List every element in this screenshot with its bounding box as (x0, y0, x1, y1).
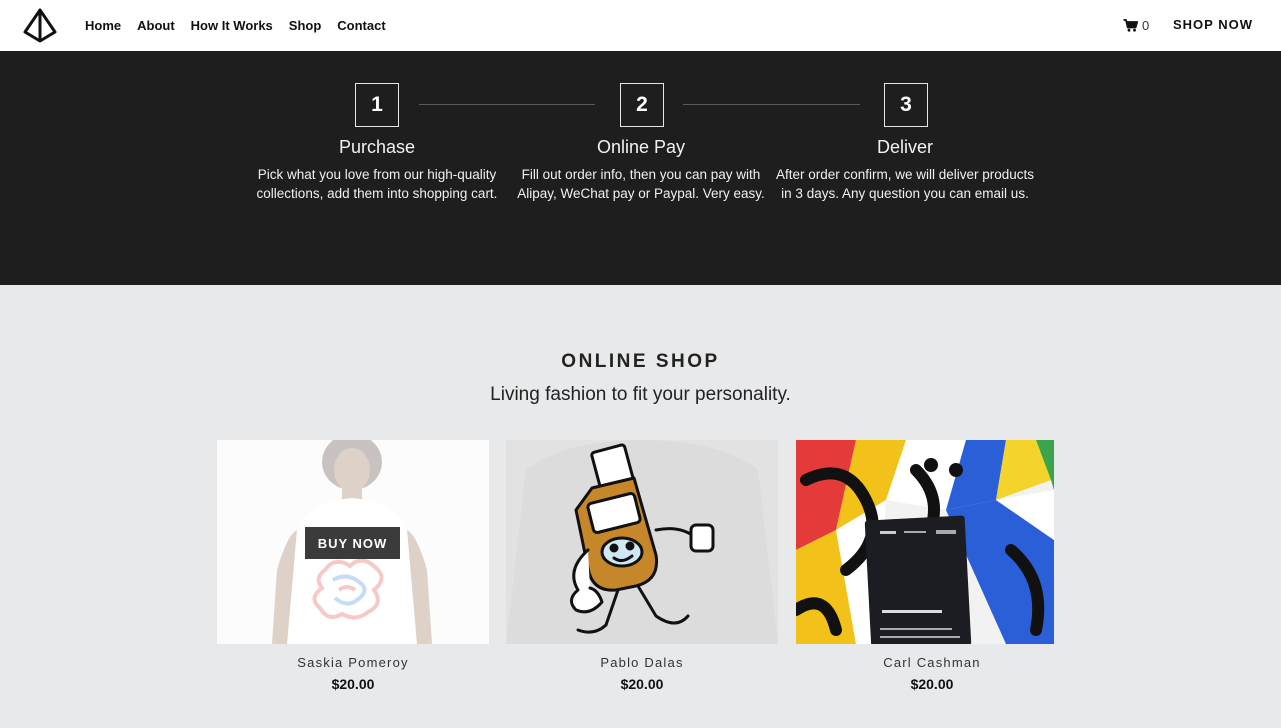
product-card[interactable]: Pablo Dalas $20.00 (506, 440, 778, 692)
product-image[interactable] (506, 440, 778, 644)
nav-contact[interactable]: Contact (337, 18, 385, 33)
section-title: ONLINE SHOP (561, 351, 720, 372)
nav-how-it-works[interactable]: How It Works (191, 18, 273, 33)
cart-button[interactable]: 0 (1123, 16, 1149, 34)
product-card[interactable]: BUY NOW Saskia Pomeroy $20.00 (217, 440, 489, 692)
product-image[interactable]: BUY NOW (217, 440, 489, 644)
nav-about[interactable]: About (137, 18, 175, 33)
buy-now-button[interactable]: BUY NOW (305, 527, 400, 559)
section-subtitle: Living fashion to fit your personality. (490, 384, 791, 405)
step-2-number: 2 (620, 83, 664, 127)
product-image[interactable] (796, 440, 1068, 644)
step-3-number: 3 (884, 83, 928, 127)
how-it-works-section: 1 2 3 Purchase Online Pay Deliver Pick w… (0, 51, 1281, 285)
product-photo (506, 440, 778, 644)
nav-shop[interactable]: Shop (289, 18, 322, 33)
product-price: $20.00 (910, 676, 954, 692)
product-photo (796, 440, 1068, 644)
main-nav: Home About How It Works Shop Contact (85, 0, 402, 51)
step-connector (683, 104, 860, 105)
step-3-title: Deliver (876, 137, 933, 157)
product-name[interactable]: Saskia Pomeroy (217, 655, 489, 670)
step-2-description: Fill out order info, then you can pay wi… (517, 167, 765, 201)
cart-count: 0 (1142, 17, 1150, 33)
step-1-description: Pick what you love from our high-quality… (256, 167, 498, 201)
product-name[interactable]: Pablo Dalas (506, 655, 778, 670)
nav-home[interactable]: Home (85, 18, 121, 33)
product-price: $20.00 (331, 676, 375, 692)
product-card[interactable]: Carl Cashman $20.00 (796, 440, 1068, 692)
site-header: Home About How It Works Shop Contact 0 S… (0, 0, 1281, 51)
step-1-number: 1 (355, 83, 399, 127)
step-connector (419, 104, 595, 105)
shop-now-button[interactable]: SHOP NOW (1173, 17, 1253, 32)
product-price: $20.00 (620, 676, 664, 692)
step-3-description: After order confirm, we will deliver pro… (775, 167, 1035, 201)
step-1-title: Purchase (338, 137, 416, 157)
product-name[interactable]: Carl Cashman (796, 655, 1068, 670)
shopping-cart-icon (1123, 18, 1138, 32)
step-2-title: Online Pay (596, 137, 686, 157)
pyramid-logo-icon[interactable] (23, 8, 57, 43)
